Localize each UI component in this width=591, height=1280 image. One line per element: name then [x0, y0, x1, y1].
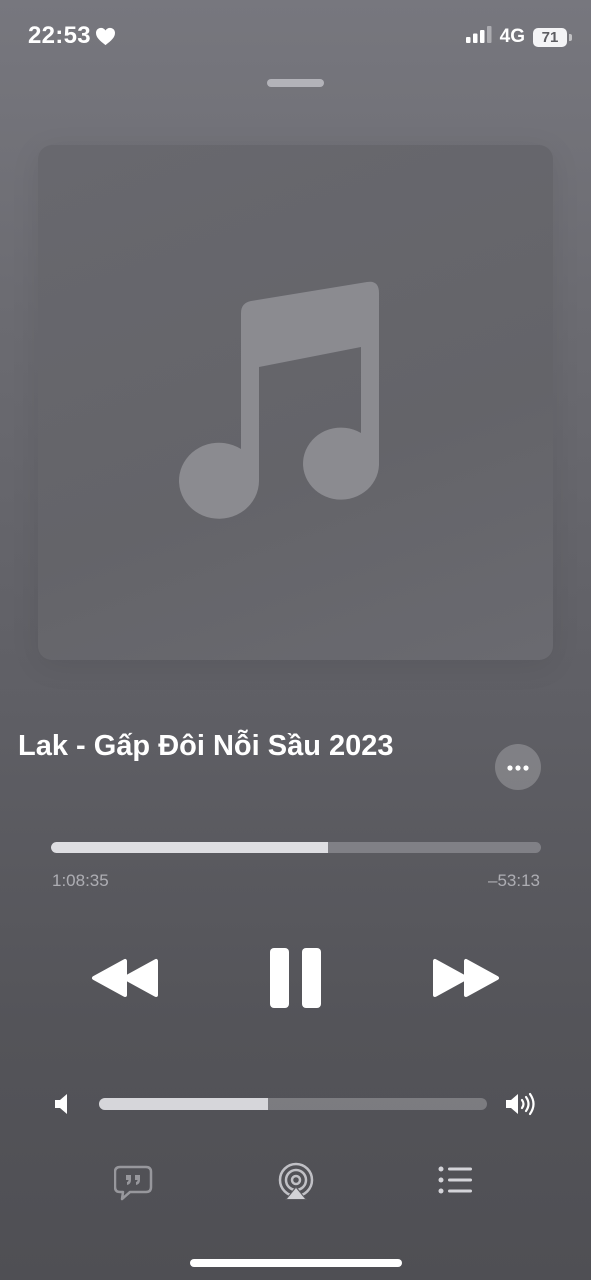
fast-forward-button[interactable] [431, 958, 501, 1003]
fast-forward-icon [433, 959, 499, 997]
volume-low-icon [54, 1093, 70, 1120]
more-options-button[interactable] [495, 744, 541, 790]
transport-controls [0, 940, 591, 1020]
volume-control [0, 1088, 591, 1122]
volume-slider-fill [99, 1098, 269, 1110]
airplay-button[interactable] [276, 1162, 316, 1207]
volume-high-icon [505, 1092, 539, 1121]
elapsed-time: 1:08:35 [52, 871, 109, 890]
rewind-icon [92, 959, 158, 997]
remaining-time: –53:13 [488, 871, 540, 890]
ellipsis-icon [507, 758, 529, 776]
bottom-toolbar [0, 1160, 591, 1210]
lyrics-icon [113, 1165, 153, 1201]
heart-icon [95, 27, 116, 46]
status-bar: 22:53 4G 71 [0, 0, 591, 72]
sheet-grabber[interactable] [267, 79, 324, 87]
rewind-button[interactable] [90, 958, 160, 1003]
clock: 22:53 [28, 22, 91, 49]
volume-slider[interactable] [99, 1098, 487, 1110]
music-note-icon [179, 281, 379, 519]
signal-icon [465, 26, 492, 48]
battery-icon: 71 [533, 27, 572, 47]
status-indicators: 4G 71 [465, 26, 572, 48]
lyrics-button[interactable] [113, 1164, 154, 1207]
pause-icon [270, 948, 321, 1008]
queue-icon [438, 1166, 472, 1194]
home-indicator[interactable] [190, 1259, 402, 1267]
playback-progress-fill [51, 842, 328, 853]
playback-scrubber[interactable] [51, 842, 541, 853]
airplay-icon [278, 1162, 314, 1200]
track-title[interactable]: Lak - Gấp Đôi Nỗi Sầu 2023 [18, 730, 394, 763]
network-type: 4G [499, 26, 525, 47]
pause-button[interactable] [268, 946, 324, 1015]
battery-level: 71 [541, 28, 559, 46]
queue-button[interactable] [438, 1166, 474, 1201]
status-time-group: 22:53 [28, 22, 116, 50]
